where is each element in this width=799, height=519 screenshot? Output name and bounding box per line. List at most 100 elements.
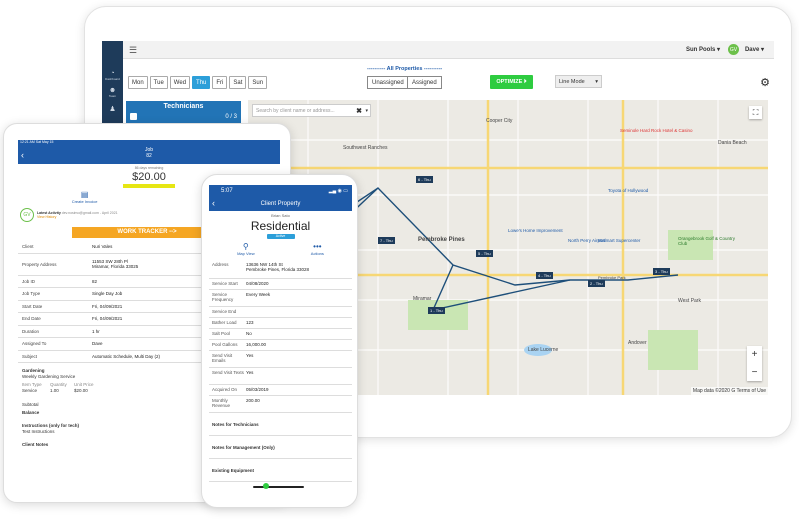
document-icon: ▤ xyxy=(80,190,89,199)
line-mode-select[interactable]: Line Mode ▾ xyxy=(555,75,602,88)
team-icon: ☻ xyxy=(108,87,117,94)
map-marker-5[interactable]: 5 - Thu xyxy=(476,250,493,257)
property-type: Residential xyxy=(250,219,311,233)
optimize-button[interactable]: OPTIMIZE ⏵ xyxy=(490,75,533,89)
avatar: GV xyxy=(20,208,34,222)
table-row: Service End xyxy=(209,307,352,318)
table-row: Salt Pool No xyxy=(209,329,352,340)
day-wed[interactable]: Wed xyxy=(169,76,191,89)
gear-icon[interactable]: ⚙ xyxy=(760,76,770,89)
property-screen: 5:07 ▂▄ ◉ ▭ ‹ Client Property Brian Sato… xyxy=(209,185,352,500)
property-actions: ⚲ Map View ••• Actions xyxy=(209,242,352,256)
view-history-link[interactable]: View History xyxy=(37,215,118,219)
table-row: Service Frequency Every Week xyxy=(209,290,352,307)
table-row: Acquired On 05/03/2019 xyxy=(209,385,352,396)
assigned-button[interactable]: Assigned xyxy=(407,76,442,89)
map-marker-2[interactable]: 2 - Thu xyxy=(588,280,605,287)
avatar[interactable]: GV xyxy=(728,44,739,55)
map-place-label: West Park xyxy=(678,298,701,304)
map-place-label: Walmart Supercenter xyxy=(598,238,641,243)
fullscreen-icon[interactable]: ⛶ xyxy=(749,106,762,119)
map-place-label: Dania Beach xyxy=(718,140,747,146)
zoom-in-icon[interactable]: + xyxy=(752,349,758,360)
zoom-out-icon[interactable]: − xyxy=(752,367,758,378)
map-place-label: Seminole Hard Rock Hotel & Casino xyxy=(620,128,693,133)
map-marker-7[interactable]: 7 - Thu xyxy=(378,237,395,244)
work-tracker-button[interactable]: WORK TRACKER --> xyxy=(72,227,222,238)
day-thu[interactable]: Thu xyxy=(192,76,211,89)
status-dot xyxy=(263,483,269,489)
table-row: Address 13636 NW 14th St Pembroke Pines, … xyxy=(209,260,352,279)
map-view-button[interactable]: ⚲ Map View xyxy=(237,242,255,256)
days-remaining: 86 days remaining xyxy=(134,166,164,170)
table-row: Send Visit Texts Yes xyxy=(209,368,352,385)
property-phone: 5:07 ▂▄ ◉ ▭ ‹ Client Property Brian Sato… xyxy=(201,174,358,508)
property-details-table: Address 13636 NW 14th St Pembroke Pines, … xyxy=(209,260,352,413)
signal-icon: ▂▄ ◉ ▭ xyxy=(328,188,348,194)
user-menu[interactable]: Dave ▾ xyxy=(745,46,764,53)
sidebar-item-user[interactable]: ♟ xyxy=(102,101,123,118)
status-badge: Active xyxy=(266,234,295,239)
actions-button[interactable]: ••• Actions xyxy=(311,242,324,256)
map-marker-6[interactable]: 6 - Thu xyxy=(416,176,433,183)
table-row: Bather Load 123 xyxy=(209,318,352,329)
day-sat[interactable]: Sat xyxy=(229,76,247,89)
map-place-label: Toyota of Hollywood xyxy=(608,188,649,193)
map-pin-icon: ⚲ xyxy=(242,242,249,251)
existing-equipment[interactable]: Existing Equipment xyxy=(209,459,352,482)
close-icon[interactable]: ✖ xyxy=(356,107,362,115)
status-badge xyxy=(123,184,175,188)
map-marker-1[interactable]: 1 - Thu xyxy=(428,307,445,314)
day-fri[interactable]: Fri xyxy=(212,76,228,89)
technicians-title: Technicians xyxy=(163,103,204,110)
technicians-checkbox[interactable] xyxy=(130,113,137,120)
property-title: Client Property xyxy=(260,201,301,207)
technicians-count: 0 / 3 xyxy=(225,114,237,120)
status-time: 5:07 xyxy=(221,188,233,194)
map-place-label: Lake Lucerne xyxy=(528,347,559,353)
menu-icon[interactable]: ☰ xyxy=(129,45,137,56)
user-icon: ♟ xyxy=(109,106,116,113)
job-header: ‹ Job 82 xyxy=(18,145,280,164)
map-place-label: Miramar xyxy=(413,296,432,302)
map-place-label: Orangebrook Golf & Country Club xyxy=(678,236,736,246)
map-attribution[interactable]: Map data ©2020 G Terms of Use xyxy=(690,387,768,395)
map-marker-3[interactable]: 3 - Thu xyxy=(653,268,670,275)
table-row: Pool Gallons 16,000.00 xyxy=(209,340,352,351)
property-header: 5:07 ▂▄ ◉ ▭ ‹ Client Property xyxy=(209,185,352,211)
back-icon[interactable]: ‹ xyxy=(21,150,24,160)
map-place-label: Pembroke Pines xyxy=(418,237,465,243)
map-place-label: Andover xyxy=(628,340,647,346)
technicians-panel: Technicians 0 / 3 xyxy=(126,101,241,123)
company-selector[interactable]: Sun Pools ▾ xyxy=(686,46,720,53)
map-place-label: Cooper City xyxy=(486,118,513,124)
chevron-down-icon: ▾ xyxy=(595,78,598,85)
map-place-label: Lowe's Home Improvement xyxy=(508,228,563,233)
top-bar: ☰ Sun Pools ▾ GV Dave ▾ xyxy=(123,41,774,59)
day-selector: Mon Tue Wed Thu Fri Sat Sun xyxy=(128,76,268,89)
job-number: 82 xyxy=(146,153,152,159)
map-place-label: Southwest Ranches xyxy=(343,145,388,151)
home-indicator xyxy=(253,486,304,488)
all-properties-title: ---------- All Properties ---------- xyxy=(367,66,443,72)
chevron-down-icon[interactable]: ▾ xyxy=(365,108,368,114)
gauge-icon: ◔ xyxy=(110,70,115,77)
create-invoice-button[interactable]: ▤ Create Invoice xyxy=(72,190,98,204)
sidebar-item-dashboard[interactable]: ◔ Dashboard xyxy=(102,67,123,84)
table-row: Send Visit Emails Yes xyxy=(209,351,352,368)
map-search-input[interactable]: Search by client name or address... ✖ ▾ xyxy=(252,104,371,117)
table-row: Service Start 04/08/2020 xyxy=(209,279,352,290)
day-mon[interactable]: Mon xyxy=(128,76,148,89)
notes-technicians[interactable]: Notes for Technicians xyxy=(209,413,352,436)
client-name: Brian Sato xyxy=(271,213,290,218)
zoom-control: + − xyxy=(747,346,762,381)
map-marker-4[interactable]: 4 - Thu xyxy=(536,272,553,279)
more-icon: ••• xyxy=(313,242,322,251)
notes-management[interactable]: Notes for Management (Only) xyxy=(209,436,352,459)
day-tue[interactable]: Tue xyxy=(149,76,168,89)
table-row: Monthly Revenue 200.00 xyxy=(209,396,352,413)
sidebar-item-team[interactable]: ☻ Team xyxy=(102,84,123,101)
unassigned-button[interactable]: Unassigned xyxy=(367,76,409,89)
day-sun[interactable]: Sun xyxy=(248,76,268,89)
map-place-label: Pembroke Park xyxy=(598,275,626,280)
